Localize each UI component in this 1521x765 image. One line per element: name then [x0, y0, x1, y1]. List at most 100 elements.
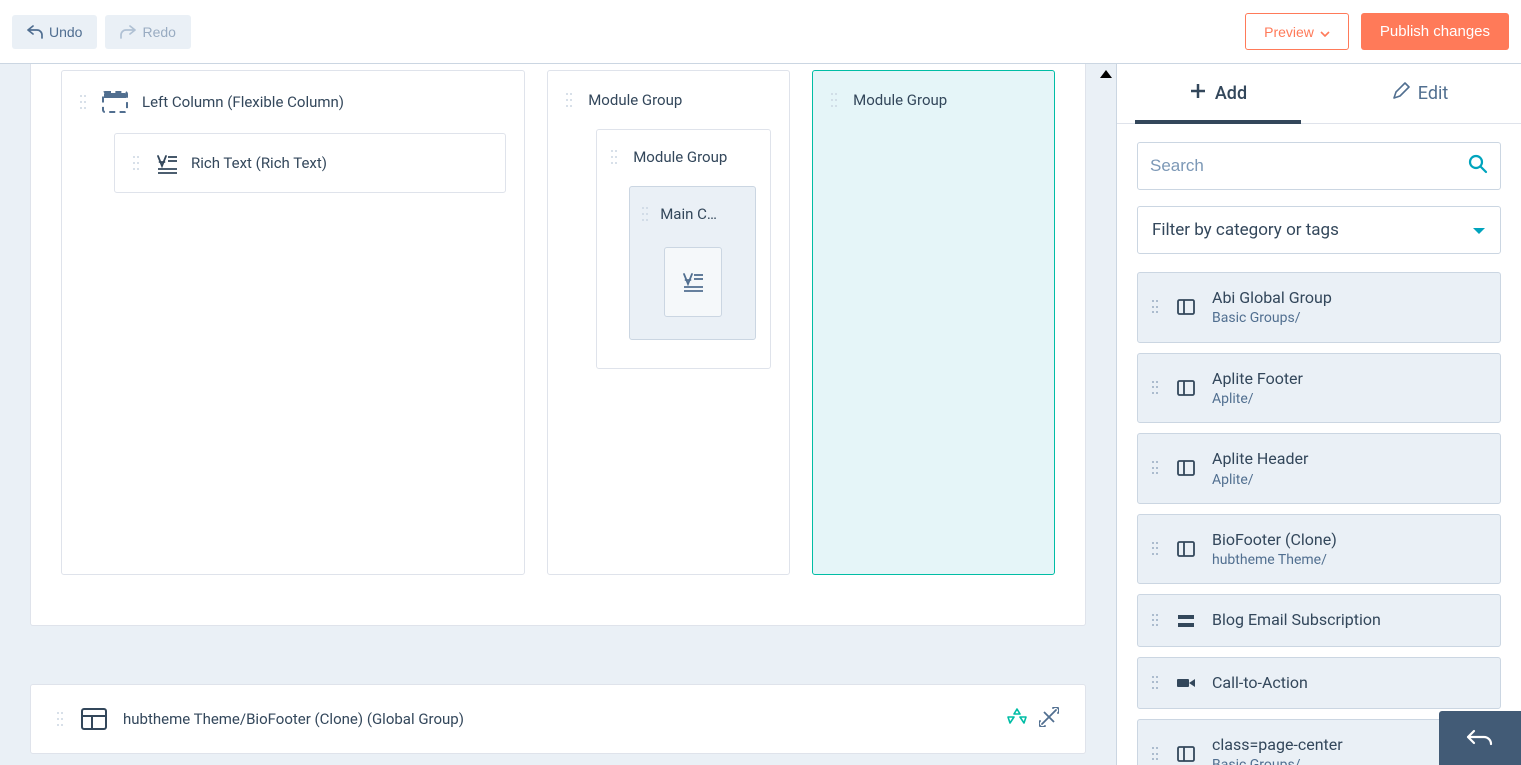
module-item-title: Aplite Footer [1212, 368, 1303, 390]
toolbar: Undo Redo Preview Publish changes [0, 0, 1521, 64]
drag-handle-icon[interactable] [80, 95, 88, 109]
recycle-icon[interactable] [1007, 707, 1027, 731]
drag-handle-icon[interactable] [1152, 614, 1160, 628]
tab-edit[interactable]: Edit [1319, 64, 1521, 123]
tab-add-label: Add [1215, 83, 1247, 104]
drag-handle-icon[interactable] [1152, 461, 1160, 475]
redo-button[interactable]: Redo [105, 15, 190, 49]
middle-column-title: Module Group [588, 91, 682, 109]
left-column-header: Left Column (Flexible Column) [80, 91, 506, 113]
canvas[interactable]: Left Column (Flexible Column) [0, 64, 1116, 765]
module-item-title: Aplite Header [1212, 448, 1308, 470]
pencil-icon [1392, 82, 1410, 105]
left-column-title: Left Column (Flexible Column) [142, 93, 344, 111]
layout-icon [1176, 299, 1196, 315]
layout-icon [1176, 746, 1196, 762]
module-item[interactable]: Blog Email Subscription [1137, 594, 1501, 646]
middle-column-header: Module Group [566, 91, 771, 109]
drag-handle-icon[interactable] [133, 156, 141, 170]
preview-label: Preview [1264, 24, 1314, 40]
module-item-title: BioFooter (Clone) [1212, 529, 1337, 551]
layout-icon [1176, 460, 1196, 476]
search-icon [1468, 154, 1488, 178]
module-item-subtitle: Basic Groups/ [1212, 756, 1343, 765]
module-item-title: Abi Global Group [1212, 287, 1332, 309]
right-column-title: Module Group [853, 91, 947, 109]
undo-button[interactable]: Undo [12, 15, 97, 49]
nested-group-title: Module Group [633, 148, 727, 166]
drag-handle-icon[interactable] [1152, 542, 1160, 556]
module-item-subtitle: Aplite/ [1212, 390, 1303, 408]
rich-text-label: Rich Text (Rich Text) [191, 154, 327, 172]
module-list: Abi Global GroupBasic Groups/Aplite Foot… [1137, 272, 1501, 765]
module-item[interactable]: BioFooter (Clone)hubtheme Theme/ [1137, 514, 1501, 585]
filter-label: Filter by category or tags [1152, 220, 1339, 240]
main-c-module[interactable]: Main C… [629, 186, 756, 340]
undo-icon [27, 25, 43, 39]
redo-label: Redo [142, 24, 175, 40]
redo-icon [120, 25, 136, 39]
layout-icon [1176, 380, 1196, 396]
drag-handle-icon[interactable] [642, 207, 650, 221]
left-column[interactable]: Left Column (Flexible Column) [61, 70, 525, 575]
rich-text-icon [681, 272, 705, 292]
toolbar-left: Undo Redo [12, 15, 191, 49]
rich-text-module[interactable]: Rich Text (Rich Text) [114, 133, 506, 193]
sidebar: Add Edit Filter by category or tags [1116, 64, 1521, 765]
float-undo-button[interactable] [1439, 711, 1521, 765]
main: Left Column (Flexible Column) [0, 64, 1521, 765]
module-item-title: Call-to-Action [1212, 672, 1308, 694]
undo-label: Undo [49, 24, 82, 40]
columns-row: Left Column (Flexible Column) [30, 64, 1086, 626]
drag-handle-icon[interactable] [831, 93, 839, 107]
module-item[interactable]: Call-to-Action [1137, 657, 1501, 709]
flexible-column-icon [102, 91, 128, 113]
locked-tools-icon[interactable] [1039, 707, 1059, 731]
scroll-up-icon[interactable] [1100, 70, 1112, 78]
undo-icon [1466, 728, 1494, 748]
module-item[interactable]: Aplite HeaderAplite/ [1137, 433, 1501, 504]
module-item-subtitle: hubtheme Theme/ [1212, 551, 1337, 569]
right-column[interactable]: Module Group [812, 70, 1055, 575]
caret-down-icon [1472, 220, 1486, 240]
module-item[interactable]: Abi Global GroupBasic Groups/ [1137, 272, 1501, 343]
plus-icon [1189, 82, 1207, 105]
tab-edit-label: Edit [1418, 83, 1448, 104]
search-box[interactable] [1137, 142, 1501, 190]
publish-button[interactable]: Publish changes [1361, 13, 1509, 50]
drag-handle-icon[interactable] [566, 93, 574, 107]
main-c-label: Main C… [660, 205, 717, 223]
footer-actions [1007, 707, 1059, 731]
module-item-title: class=page-center [1212, 734, 1343, 756]
caret-down-icon [1320, 24, 1330, 40]
publish-label: Publish changes [1380, 23, 1490, 40]
drag-handle-icon[interactable] [1152, 381, 1160, 395]
drag-handle-icon[interactable] [57, 712, 65, 726]
rich-text-placeholder[interactable] [664, 247, 722, 317]
drag-handle-icon[interactable] [611, 150, 619, 164]
sidebar-body: Filter by category or tags Abi Global Gr… [1117, 124, 1521, 765]
sidebar-tabs: Add Edit [1117, 64, 1521, 124]
drag-handle-icon[interactable] [1152, 676, 1160, 690]
section-gap [34, 650, 1082, 660]
rich-text-icon [155, 154, 177, 172]
tab-add[interactable]: Add [1117, 64, 1319, 123]
module-item[interactable]: Aplite FooterAplite/ [1137, 353, 1501, 424]
filter-dropdown[interactable]: Filter by category or tags [1137, 206, 1501, 254]
cta-icon [1176, 676, 1196, 690]
module-item-subtitle: Aplite/ [1212, 471, 1308, 489]
nested-module-group[interactable]: Module Group Main C… [596, 129, 771, 369]
toolbar-right: Preview Publish changes [1245, 13, 1509, 50]
footer-global-group[interactable]: hubtheme Theme/BioFooter (Clone) (Global… [30, 684, 1086, 754]
middle-column[interactable]: Module Group Module Group Main C… [547, 70, 790, 575]
drag-handle-icon[interactable] [1152, 747, 1160, 761]
form-icon [1176, 614, 1196, 628]
layout-icon [81, 708, 107, 730]
search-input[interactable] [1150, 156, 1468, 176]
drag-handle-icon[interactable] [1152, 300, 1160, 314]
layout-icon [1176, 541, 1196, 557]
preview-button[interactable]: Preview [1245, 13, 1349, 50]
footer-title: hubtheme Theme/BioFooter (Clone) (Global… [123, 710, 464, 728]
module-item-subtitle: Basic Groups/ [1212, 309, 1332, 327]
module-item-title: Blog Email Subscription [1212, 609, 1381, 631]
